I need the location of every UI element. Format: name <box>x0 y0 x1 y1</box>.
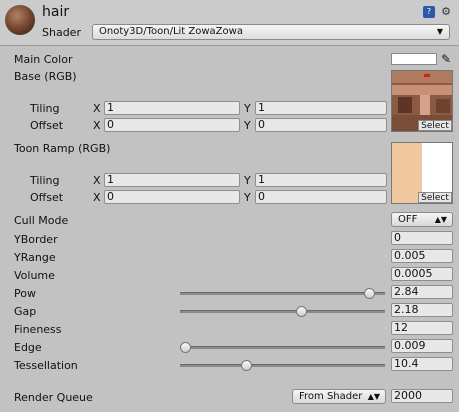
gap-slider-thumb[interactable] <box>295 306 307 317</box>
tessellation-field[interactable]: 10.4 <box>391 357 453 371</box>
shader-dropdown[interactable]: Onoty3D/Toon/Lit ZowaZowa ▼ <box>92 24 450 40</box>
main-color-label: Main Color <box>14 53 73 66</box>
toon-ramp-tiling-x-field[interactable]: 1 <box>104 173 240 187</box>
help-book-icon[interactable]: ? <box>423 6 435 18</box>
toon-ramp-offset-y-label: Y <box>244 191 251 204</box>
edge-slider-track[interactable] <box>180 346 385 349</box>
color-picker-icon[interactable]: ✎ <box>441 52 451 66</box>
base-tiling-label: Tiling <box>30 102 60 115</box>
pow-label: Pow <box>14 287 36 300</box>
toon-ramp-offset-x-label: X <box>93 191 101 204</box>
render-queue-mode-value: From Shader <box>299 391 363 402</box>
yrange-label: YRange <box>14 251 56 264</box>
cull-mode-dropdown[interactable]: OFF ▲▼ <box>391 212 453 227</box>
base-texture-label: Base (RGB) <box>14 70 77 83</box>
base-texture-slot[interactable]: Select <box>391 70 453 132</box>
base-tiling-x-label: X <box>93 102 101 115</box>
toon-ramp-tiling-label: Tiling <box>30 174 60 187</box>
base-select-button[interactable]: Select <box>418 120 452 131</box>
shader-label: Shader <box>42 26 81 39</box>
base-offset-y-field[interactable]: 0 <box>255 118 387 132</box>
render-queue-field[interactable]: 2000 <box>391 389 453 403</box>
edge-label: Edge <box>14 341 42 354</box>
yrange-field[interactable]: 0.005 <box>391 249 453 263</box>
tessellation-slider-thumb[interactable] <box>240 360 252 371</box>
material-header: hair Shader Onoty3D/Toon/Lit ZowaZowa ▼ … <box>0 0 459 46</box>
material-name: hair <box>42 4 70 20</box>
gap-slider-track[interactable] <box>180 310 385 313</box>
yborder-label: YBorder <box>14 233 58 246</box>
base-tiling-y-field[interactable]: 1 <box>255 101 387 115</box>
dropdown-arrow-icon: ▼ <box>436 27 443 36</box>
volume-field[interactable]: 0.0005 <box>391 267 453 281</box>
gap-label: Gap <box>14 305 37 318</box>
toon-ramp-offset-x-field[interactable]: 0 <box>104 190 240 204</box>
base-offset-y-label: Y <box>244 119 251 132</box>
toon-ramp-tiling-y-field[interactable]: 1 <box>255 173 387 187</box>
pow-slider-thumb[interactable] <box>364 288 376 299</box>
base-offset-x-label: X <box>93 119 101 132</box>
base-offset-label: Offset <box>30 119 64 132</box>
cull-mode-value: OFF <box>398 214 418 225</box>
dropdown-arrow-icon: ▲▼ <box>367 392 380 401</box>
toon-ramp-tiling-y-label: Y <box>244 174 251 187</box>
toon-ramp-offset-y-field[interactable]: 0 <box>255 190 387 204</box>
gap-field[interactable]: 2.18 <box>391 303 453 317</box>
volume-label: Volume <box>14 269 55 282</box>
toon-ramp-texture-slot[interactable]: Select <box>391 142 453 204</box>
material-thumbnail-icon <box>5 5 35 35</box>
yborder-field[interactable]: 0 <box>391 231 453 245</box>
tessellation-slider-track[interactable] <box>180 364 385 367</box>
base-offset-x-field[interactable]: 0 <box>104 118 240 132</box>
main-color-swatch[interactable] <box>391 53 437 65</box>
base-tiling-y-label: Y <box>244 102 251 115</box>
toon-ramp-tiling-x-label: X <box>93 174 101 187</box>
fineness-label: Fineness <box>14 323 62 336</box>
pow-field[interactable]: 2.84 <box>391 285 453 299</box>
tessellation-label: Tessellation <box>14 359 78 372</box>
cull-mode-label: Cull Mode <box>14 214 69 227</box>
render-queue-mode-dropdown[interactable]: From Shader ▲▼ <box>292 389 386 404</box>
shader-value: Onoty3D/Toon/Lit ZowaZowa <box>99 26 243 37</box>
dropdown-arrow-icon: ▲▼ <box>434 215 447 224</box>
render-queue-label: Render Queue <box>14 391 93 404</box>
toon-ramp-label: Toon Ramp (RGB) <box>14 142 111 155</box>
fineness-field[interactable]: 12 <box>391 321 453 335</box>
pow-slider-track[interactable] <box>180 292 385 295</box>
edge-field[interactable]: 0.009 <box>391 339 453 353</box>
toon-ramp-offset-label: Offset <box>30 191 64 204</box>
edge-slider-thumb[interactable] <box>180 342 191 353</box>
settings-gear-icon[interactable]: ⚙ <box>440 6 452 18</box>
toon-ramp-select-button[interactable]: Select <box>418 192 452 203</box>
base-tiling-x-field[interactable]: 1 <box>104 101 240 115</box>
